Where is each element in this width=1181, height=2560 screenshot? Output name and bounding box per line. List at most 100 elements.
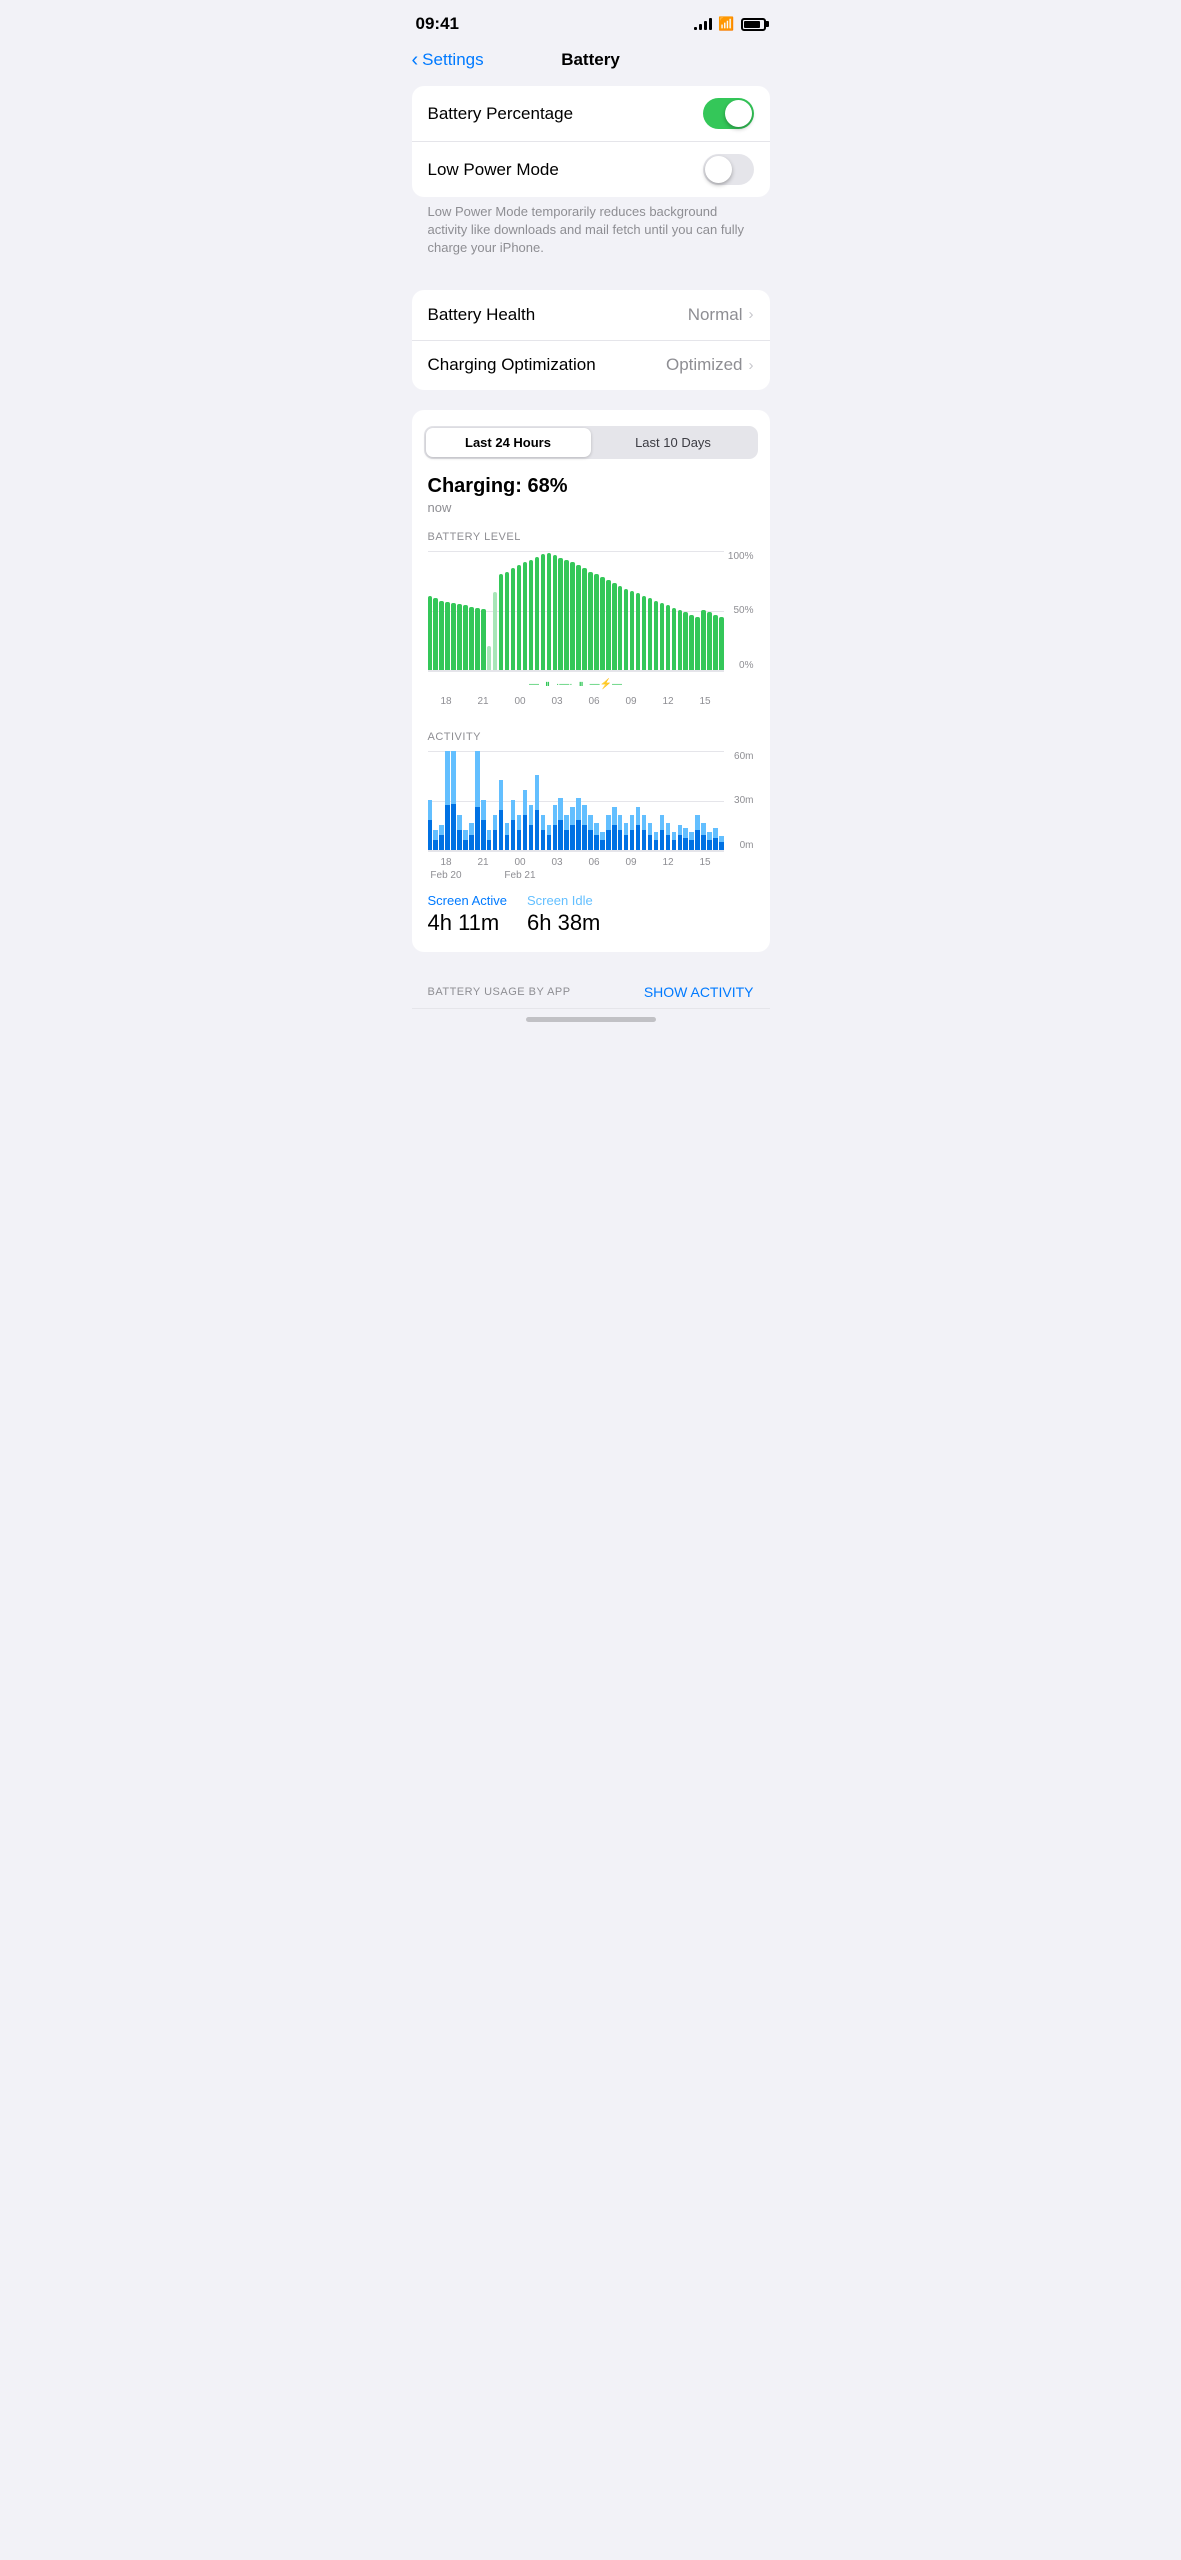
x-axis-label: 03 — [539, 696, 576, 707]
charging-optimization-row[interactable]: Charging Optimization Optimized › — [412, 340, 770, 390]
battery-bar — [505, 572, 509, 670]
date-sub-label: Feb 20 — [428, 870, 465, 881]
battery-percentage-toggle[interactable] — [703, 98, 754, 129]
activity-x-axis-label: 00 — [502, 857, 539, 868]
activity-idle-bar — [487, 830, 491, 840]
activity-active-bar — [451, 804, 455, 850]
x-axis-label: 12 — [650, 696, 687, 707]
low-power-mode-label: Low Power Mode — [428, 160, 559, 180]
activity-idle-bar — [558, 798, 562, 820]
activity-y-30: 30m — [734, 795, 753, 806]
time-segment-control[interactable]: Last 24 Hours Last 10 Days — [424, 426, 758, 459]
activity-active-bar — [695, 830, 699, 850]
activity-idle-bar — [624, 823, 628, 835]
back-button[interactable]: ‹ Settings — [412, 50, 484, 70]
activity-bar-group — [428, 751, 432, 850]
activity-bar-group — [505, 751, 509, 850]
activity-active-bar — [493, 830, 497, 850]
charging-optimization-chevron-icon: › — [749, 357, 754, 374]
activity-bar-group — [523, 751, 527, 850]
x-axis-label: 18 — [428, 696, 465, 707]
activity-active-bar — [701, 835, 705, 850]
activity-idle-bar — [499, 780, 503, 810]
charging-percentage: Charging: 68% — [428, 475, 754, 498]
activity-active-bar — [666, 835, 670, 850]
activity-idle-bar — [612, 807, 616, 825]
show-activity-link[interactable]: SHOW ACTIVITY — [644, 984, 754, 1000]
activity-bar-group — [672, 751, 676, 850]
activity-bar-group — [630, 751, 634, 850]
activity-idle-bar — [428, 800, 432, 820]
activity-active-bar — [642, 830, 646, 850]
activity-active-bar — [570, 825, 574, 850]
activity-bar-group — [612, 751, 616, 850]
charging-optimization-right: Optimized › — [666, 355, 754, 375]
screen-active-label: Screen Active — [428, 893, 508, 908]
activity-idle-bar — [541, 815, 545, 830]
charging-info: Charging: 68% now — [412, 475, 770, 519]
activity-bar-group — [666, 751, 670, 850]
battery-bar — [606, 580, 610, 669]
battery-bar — [535, 557, 539, 670]
date-sub-label — [687, 870, 724, 881]
activity-idle-bar — [457, 815, 461, 830]
activity-x-axis-label: 18 — [428, 857, 465, 868]
health-settings-card: Battery Health Normal › Charging Optimiz… — [412, 290, 770, 390]
activity-idle-bar — [493, 815, 497, 830]
status-icons: 📶 — [694, 16, 765, 32]
activity-active-bar — [547, 835, 551, 850]
activity-idle-bar — [594, 823, 598, 835]
activity-bar-group — [475, 751, 479, 850]
battery-bar — [529, 560, 533, 669]
activity-bar-group — [695, 751, 699, 850]
activity-y-axis: 60m 30m 0m — [734, 751, 753, 851]
activity-idle-bar — [654, 832, 658, 840]
activity-active-bar — [433, 840, 437, 850]
activity-idle-bar — [505, 823, 509, 835]
activity-active-bar — [618, 830, 622, 850]
activity-active-bar — [463, 840, 467, 850]
activity-active-bar — [505, 835, 509, 850]
activity-idle-bar — [529, 805, 533, 825]
activity-active-bar — [511, 820, 515, 850]
battery-bar — [576, 565, 580, 670]
activity-bar-group — [451, 751, 455, 850]
battery-bar — [630, 591, 634, 670]
activity-chart-section: ACTIVITY 60m 30m 0m 1821000306091215 Feb… — [412, 719, 770, 881]
activity-bar-group — [433, 751, 437, 850]
activity-active-bar — [689, 840, 693, 850]
signal-icon — [694, 18, 712, 30]
segment-10days[interactable]: Last 10 Days — [591, 428, 756, 457]
battery-icon — [741, 18, 766, 31]
activity-active-bar — [523, 815, 527, 850]
activity-bar-group — [499, 751, 503, 850]
segment-24h[interactable]: Last 24 Hours — [426, 428, 591, 457]
low-power-mode-row[interactable]: Low Power Mode — [412, 141, 770, 197]
battery-y-axis: 100% 50% 0% — [728, 551, 754, 671]
activity-bar-group — [547, 751, 551, 850]
battery-bar — [428, 596, 432, 670]
activity-active-bar — [630, 830, 634, 850]
x-axis-label: 21 — [465, 696, 502, 707]
activity-active-bar — [719, 842, 723, 850]
activity-bar-group — [535, 751, 539, 850]
back-label: Settings — [422, 50, 483, 70]
battery-bar — [469, 607, 473, 670]
activity-idle-bar — [600, 832, 604, 840]
screen-active-stat: Screen Active 4h 11m — [428, 893, 508, 936]
x-axis-label: 06 — [576, 696, 613, 707]
activity-bar-group — [481, 751, 485, 850]
activity-active-bar — [713, 838, 717, 850]
activity-active-bar — [588, 830, 592, 850]
low-power-mode-toggle[interactable] — [703, 154, 754, 185]
battery-bar — [511, 568, 515, 669]
page-title: Battery — [561, 50, 620, 70]
battery-percentage-row[interactable]: Battery Percentage — [412, 86, 770, 141]
activity-bar-group — [654, 751, 658, 850]
activity-active-bar — [457, 830, 461, 850]
battery-bar — [481, 609, 485, 670]
battery-bar — [683, 612, 687, 669]
battery-health-row[interactable]: Battery Health Normal › — [412, 290, 770, 340]
date-sub-label — [539, 870, 576, 881]
battery-bar — [719, 617, 723, 669]
